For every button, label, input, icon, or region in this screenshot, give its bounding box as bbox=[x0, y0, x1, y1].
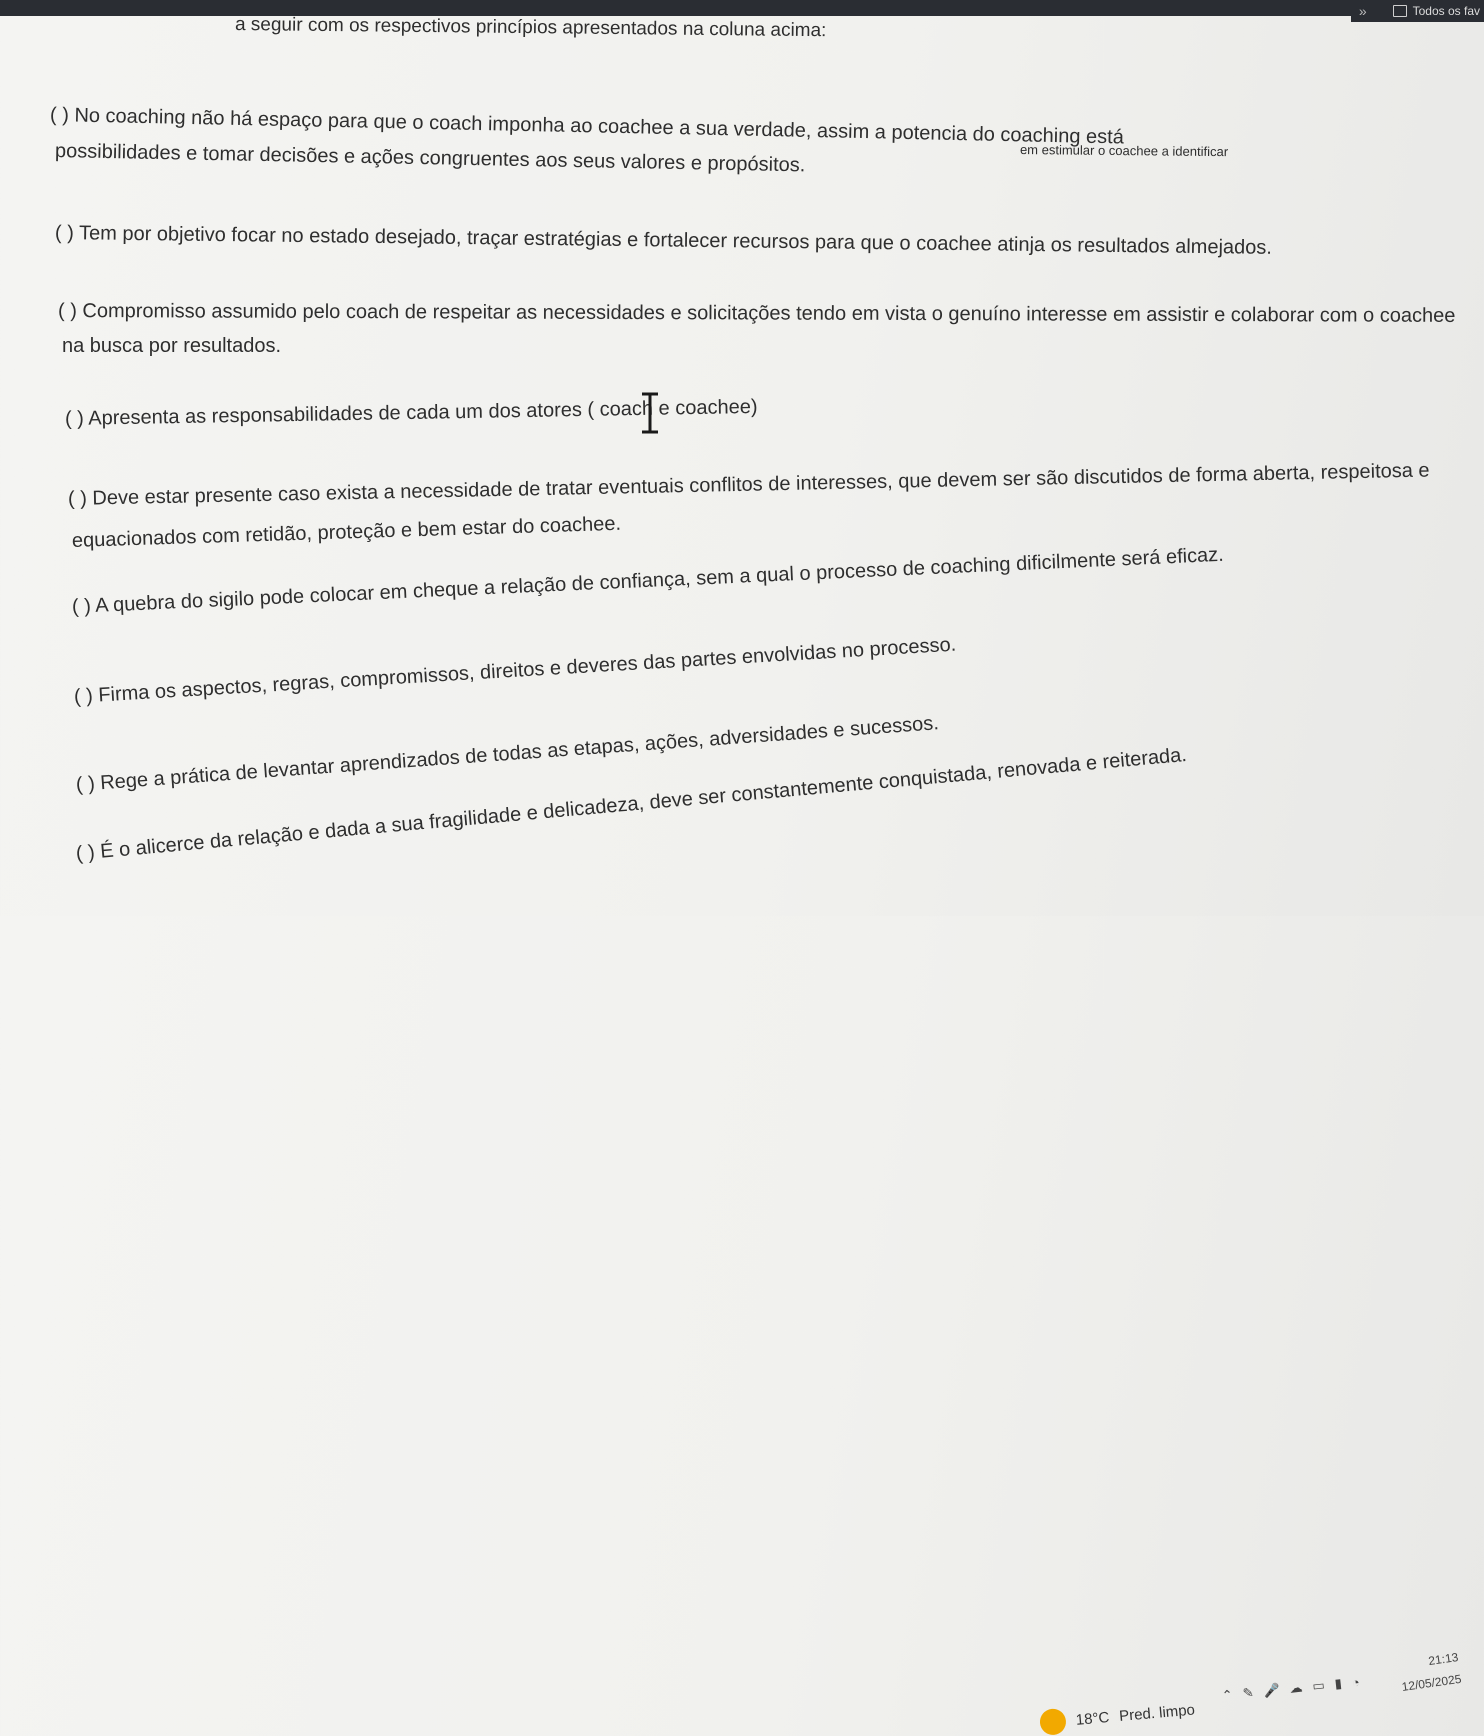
bookmarks-label[interactable]: Todos os fav bbox=[1413, 0, 1480, 22]
weather-status: Pred. limpo bbox=[1118, 1700, 1196, 1725]
sun-icon bbox=[1038, 1707, 1068, 1736]
intro-line: a seguir com os respectivos princípios a… bbox=[234, 14, 827, 42]
browser-top-bar bbox=[0, 0, 1484, 16]
chevron-right-icon[interactable]: » bbox=[1359, 0, 1367, 22]
chevron-up-icon[interactable]: ⌃ bbox=[1221, 1687, 1234, 1704]
item-line: em estimular o coachee a identificar bbox=[1019, 142, 1229, 160]
item-line: ( ) A quebra do sigilo pode colocar em c… bbox=[71, 543, 1225, 618]
clock[interactable]: 21:13 12/05/2025 bbox=[1397, 1646, 1463, 1698]
taskbar: 18°C Pred. limpo ⌃ ✎ 🎤 ☁ ▭ ▮ ◔ 21:13 12/… bbox=[0, 838, 1484, 1736]
item-line: na busca por resultados. bbox=[62, 335, 282, 357]
item-line: possibilidades e tomar decisões e ações … bbox=[54, 140, 806, 177]
text-cursor-icon bbox=[642, 392, 658, 434]
battery-icon[interactable]: ▮ bbox=[1334, 1675, 1343, 1692]
bookmarks-bar[interactable]: » Todos os fav bbox=[1350, 0, 1484, 22]
temperature: 18°C bbox=[1075, 1708, 1110, 1729]
item-line: ( ) Deve estar presente caso exista a ne… bbox=[67, 459, 1430, 510]
folder-icon bbox=[1392, 5, 1407, 17]
item-line: equacionados com retidão, proteção e bem… bbox=[71, 512, 622, 552]
display-icon[interactable]: ▭ bbox=[1312, 1677, 1326, 1694]
wifi-icon[interactable]: ◔ bbox=[1351, 1674, 1360, 1690]
mic-icon[interactable]: 🎤 bbox=[1263, 1682, 1281, 1700]
item-line: ( ) Compromisso assumido pelo coach de r… bbox=[57, 300, 1456, 327]
cloud-icon[interactable]: ☁ bbox=[1289, 1680, 1304, 1697]
system-tray[interactable]: ⌃ ✎ 🎤 ☁ ▭ ▮ ◔ bbox=[1221, 1674, 1360, 1704]
item-line: ( ) Firma os aspectos, regras, compromis… bbox=[73, 633, 957, 708]
pen-icon[interactable]: ✎ bbox=[1242, 1685, 1255, 1702]
item-line: ( ) Tem por objetivo focar no estado des… bbox=[54, 222, 1273, 259]
weather-widget[interactable]: 18°C Pred. limpo bbox=[1038, 1697, 1196, 1736]
